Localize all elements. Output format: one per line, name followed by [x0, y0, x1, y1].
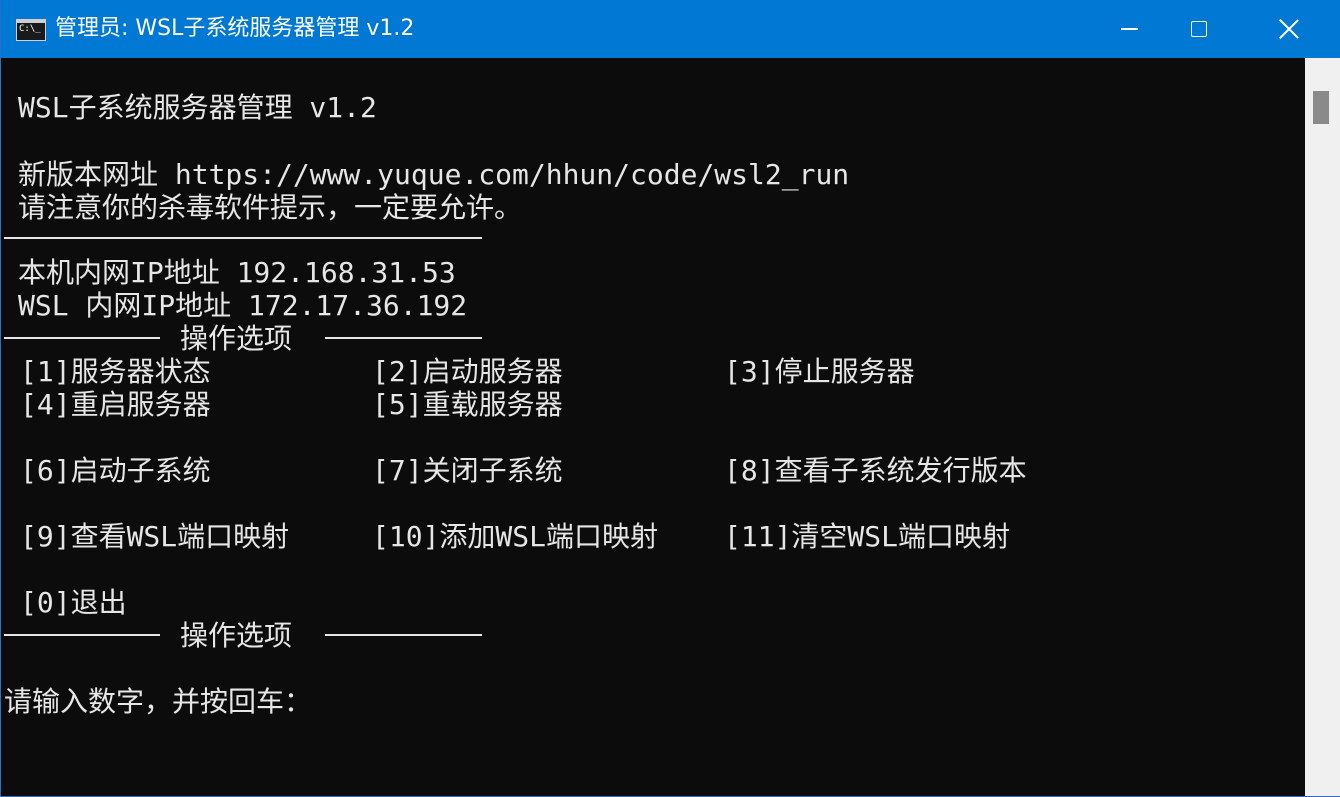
local-ip-line: 本机内网IP地址 192.168.31.53	[18, 256, 456, 289]
divider-line	[4, 237, 482, 239]
option-2: [2]启动服务器	[372, 355, 563, 388]
section-divider-left-bottom	[4, 634, 160, 636]
window-title: 管理员: WSL子系统服务器管理 v1.2	[55, 16, 415, 41]
maximize-button[interactable]	[1164, 0, 1234, 58]
option-1: [1]服务器状态	[20, 355, 211, 388]
option-9: [9]查看WSL端口映射	[20, 520, 290, 553]
option-3: [3]停止服务器	[724, 355, 915, 388]
console-window: C:\_ 管理员: WSL子系统服务器管理 v1.2 WSL子系统服务器管理 v…	[0, 0, 1340, 797]
vertical-scrollbar[interactable]	[1305, 58, 1340, 796]
section-divider-right-bottom	[325, 634, 482, 636]
header-line: WSL子系统服务器管理 v1.2	[18, 91, 377, 124]
option-0: [0]退出	[20, 586, 127, 619]
section-divider-right	[325, 337, 482, 339]
close-button[interactable]	[1254, 0, 1324, 58]
title-bar[interactable]: C:\_ 管理员: WSL子系统服务器管理 v1.2	[1, 0, 1340, 58]
input-prompt[interactable]: 请输入数字，并按回车：	[4, 686, 312, 718]
maximize-icon	[1191, 21, 1207, 37]
option-7: [7]关闭子系统	[372, 454, 563, 487]
cmd-icon[interactable]: C:\_	[16, 19, 46, 41]
section-title-bottom: 操作选项	[180, 619, 293, 652]
section-title-top: 操作选项	[180, 322, 293, 355]
option-4: [4]重启服务器	[20, 388, 211, 421]
option-11: [11]清空WSL端口映射	[724, 520, 1011, 553]
warning-line: 请注意你的杀毒软件提示，一定要允许。	[18, 191, 523, 224]
url-line[interactable]: 新版本网址 https://www.yuque.com/hhun/code/ws…	[18, 159, 849, 191]
minimize-button[interactable]	[1094, 0, 1164, 58]
minimize-icon	[1120, 28, 1138, 30]
close-icon	[1278, 18, 1300, 40]
scrollbar-thumb[interactable]	[1313, 91, 1329, 124]
section-divider-left	[4, 337, 160, 339]
wsl-ip-line: WSL 内网IP地址 172.17.36.192	[18, 289, 468, 322]
option-6: [6]启动子系统	[20, 454, 211, 487]
option-8: [8]查看子系统发行版本	[724, 454, 1027, 487]
console-output[interactable]: WSL子系统服务器管理 v1.2 新版本网址 https://www.yuque…	[2, 58, 1305, 796]
option-5: [5]重载服务器	[372, 388, 563, 421]
option-10: [10]添加WSL端口映射	[372, 520, 659, 553]
